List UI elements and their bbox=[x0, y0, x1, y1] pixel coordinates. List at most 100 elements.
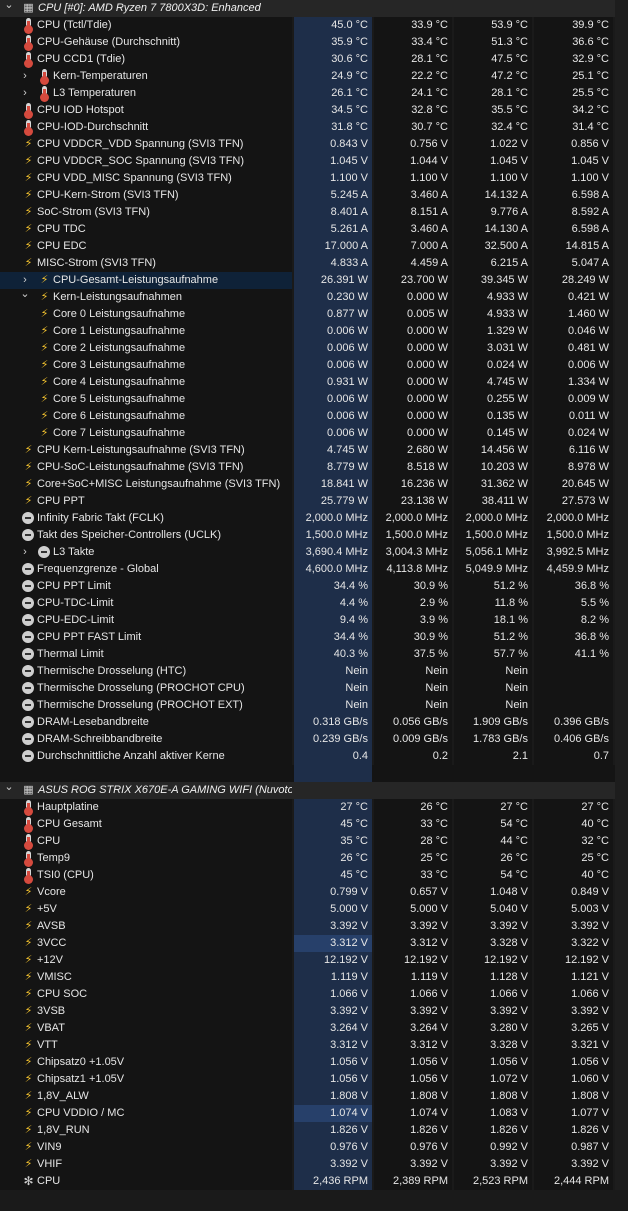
scrollbar-track[interactable] bbox=[615, 85, 628, 102]
scrollbar-track[interactable] bbox=[615, 255, 628, 272]
chevron-right-icon[interactable]: › bbox=[20, 68, 30, 85]
scrollbar-track[interactable] bbox=[615, 901, 628, 918]
scrollbar-track[interactable] bbox=[615, 1156, 628, 1173]
scrollbar-track[interactable] bbox=[615, 595, 628, 612]
sensor-row[interactable]: ⚡ VIN9 0.976 V 0.976 V 0.992 V 0.987 V bbox=[0, 1139, 628, 1156]
scrollbar-track[interactable] bbox=[615, 527, 628, 544]
sensor-row[interactable]: ⚡ Vcore 0.799 V 0.657 V 1.048 V 0.849 V bbox=[0, 884, 628, 901]
scrollbar-track[interactable] bbox=[615, 816, 628, 833]
sensor-row[interactable]: CPU-IOD-Durchschnitt 31.8 °C 30.7 °C 32.4 °… bbox=[0, 119, 628, 136]
sensor-row[interactable]: ✻ CPU 2,436 RPM 2,389 RPM 2,523 RPM 2,444 RPM bbox=[0, 1173, 628, 1190]
sensor-row[interactable]: Durchschnittliche Anzahl aktiver Kerne 0.… bbox=[0, 748, 628, 765]
sensor-row[interactable]: ⚡ 3VCC 3.312 V 3.312 V 3.328 V 3.322 V bbox=[0, 935, 628, 952]
sensor-row[interactable]: CPU Gesamt 45 °C 33 °C 54 °C 40 °C bbox=[0, 816, 628, 833]
scrollbar-track[interactable] bbox=[615, 935, 628, 952]
sensor-row[interactable]: ⚡ Core+SoC+MISC Leistungsaufnahme (SVI3 T… bbox=[0, 476, 628, 493]
scrollbar-track[interactable] bbox=[615, 663, 628, 680]
scrollbar-track[interactable] bbox=[615, 884, 628, 901]
scrollbar-track[interactable] bbox=[615, 102, 628, 119]
scrollbar-track[interactable] bbox=[615, 51, 628, 68]
sensor-row[interactable]: ⚡ Chipsatz1 +1.05V 1.056 V 1.056 V 1.072 V 1.… bbox=[0, 1071, 628, 1088]
scrollbar-track[interactable] bbox=[615, 731, 628, 748]
sensor-row[interactable]: ⚡ CPU VDD_MISC Spannung (SVI3 TFN) 1.100 V… bbox=[0, 170, 628, 187]
scrollbar-track[interactable] bbox=[615, 1003, 628, 1020]
sensor-row[interactable]: ⚡ CPU VDDIO / MC 1.074 V 1.074 V 1.083 V 1.07… bbox=[0, 1105, 628, 1122]
chevron-right-icon[interactable]: › bbox=[20, 85, 30, 102]
sensor-row[interactable]: ⚡ Core 5 Leistungsaufnahme 0.006 W 0.000 W0… bbox=[0, 391, 628, 408]
scrollbar-track[interactable] bbox=[615, 1054, 628, 1071]
sensor-row[interactable]: ⚡ 1,8V_ALW 1.808 V 1.808 V 1.808 V 1.808 V bbox=[0, 1088, 628, 1105]
sensor-row[interactable]: ⚡ Core 3 Leistungsaufnahme 0.006 W 0.000 W0… bbox=[0, 357, 628, 374]
scrollbar-track[interactable] bbox=[615, 782, 628, 799]
scrollbar-track[interactable] bbox=[615, 357, 628, 374]
sensor-row[interactable]: Infinity Fabric Takt (FCLK) 2,000.0 MHz 2,… bbox=[0, 510, 628, 527]
scrollbar-track[interactable] bbox=[615, 629, 628, 646]
sensor-row[interactable]: ⚡ SoC-Strom (SVI3 TFN) 8.401 A 8.151 A 9.776… bbox=[0, 204, 628, 221]
sensor-row[interactable]: CPU 35 °C 28 °C 44 °C 32 °C bbox=[0, 833, 628, 850]
scrollbar-track[interactable] bbox=[615, 170, 628, 187]
sensor-row[interactable]: CPU-EDC-Limit 9.4 % 3.9 % 18.1 % 8.2 % bbox=[0, 612, 628, 629]
sensor-row[interactable]: ⚡ VHIF 3.392 V 3.392 V 3.392 V 3.392 V bbox=[0, 1156, 628, 1173]
scrollbar-track[interactable] bbox=[615, 442, 628, 459]
sensor-row[interactable]: ⚡ CPU TDC 5.261 A 3.460 A 14.130 A 6.598 A bbox=[0, 221, 628, 238]
scrollbar-track[interactable] bbox=[615, 918, 628, 935]
sensor-row[interactable]: ⚡ VBAT 3.264 V 3.264 V 3.280 V 3.265 V bbox=[0, 1020, 628, 1037]
scrollbar-track[interactable] bbox=[615, 1139, 628, 1156]
sensor-row[interactable]: ⚡ CPU-Kern-Strom (SVI3 TFN) 5.245 A 3.460 A… bbox=[0, 187, 628, 204]
sensor-row[interactable]: ⚡ CPU-SoC-Leistungsaufnahme (SVI3 TFN) 8.7… bbox=[0, 459, 628, 476]
scrollbar-track[interactable] bbox=[615, 867, 628, 884]
scrollbar-track[interactable] bbox=[615, 204, 628, 221]
scrollbar-track[interactable] bbox=[615, 799, 628, 816]
scrollbar-track[interactable] bbox=[615, 561, 628, 578]
scrollbar-track[interactable] bbox=[615, 459, 628, 476]
scrollbar-track[interactable] bbox=[615, 833, 628, 850]
scrollbar-track[interactable] bbox=[615, 0, 628, 17]
scrollbar-track[interactable] bbox=[615, 1173, 628, 1190]
sensor-row[interactable]: ⚡ Core 7 Leistungsaufnahme 0.006 W 0.000 W0… bbox=[0, 425, 628, 442]
scrollbar-track[interactable] bbox=[615, 289, 628, 306]
scrollbar-track[interactable] bbox=[615, 680, 628, 697]
sensor-row[interactable]: ⌄ ⚡ Kern-Leistungsaufnahmen 0.230 W 0.000 W4… bbox=[0, 289, 628, 306]
scrollbar-track[interactable] bbox=[615, 646, 628, 663]
scrollbar-track[interactable] bbox=[615, 986, 628, 1003]
scrollbar-track[interactable] bbox=[615, 1071, 628, 1088]
scrollbar-track[interactable] bbox=[615, 544, 628, 561]
sensor-row[interactable]: ⚡ VMISC 1.119 V 1.119 V 1.128 V 1.121 V bbox=[0, 969, 628, 986]
chevron-down-icon[interactable]: ⌄ bbox=[4, 0, 14, 14]
scrollbar-track[interactable] bbox=[615, 850, 628, 867]
sensor-row[interactable]: › L3 Takte 3,690.4 MHz 3,004.3 MHz 5,056.1 M… bbox=[0, 544, 628, 561]
sensor-row[interactable]: ⚡ CPU Kern-Leistungsaufnahme (SVI3 TFN) 4.… bbox=[0, 442, 628, 459]
scrollbar-track[interactable] bbox=[615, 306, 628, 323]
sensor-row[interactable]: CPU PPT FAST Limit 34.4 % 30.9 % 51.2 % 36.8… bbox=[0, 629, 628, 646]
chevron-down-icon[interactable]: ⌄ bbox=[4, 782, 14, 796]
sensor-row[interactable]: ⚡ Core 4 Leistungsaufnahme 0.931 W 0.000 W4… bbox=[0, 374, 628, 391]
chevron-right-icon[interactable]: › bbox=[20, 544, 30, 561]
sensor-row[interactable]: ⚡ Core 2 Leistungsaufnahme 0.006 W 0.000 W3… bbox=[0, 340, 628, 357]
sensor-row[interactable]: DRAM-Lesebandbreite 0.318 GB/s 0.056 GB/s 1… bbox=[0, 714, 628, 731]
sensor-row[interactable]: Thermische Drosselung (PROCHOT CPU) Nein N… bbox=[0, 680, 628, 697]
scrollbar-track[interactable] bbox=[615, 187, 628, 204]
sensor-row[interactable]: ⚡ MISC-Strom (SVI3 TFN) 4.833 A 4.459 A 6.21… bbox=[0, 255, 628, 272]
sensor-row[interactable]: ⚡ CPU VDDCR_SOC Spannung (SVI3 TFN) 1.045 … bbox=[0, 153, 628, 170]
scrollbar-track[interactable] bbox=[615, 969, 628, 986]
sensor-group-header[interactable]: ⌄ ▦ ASUS ROG STRIX X670E-A GAMING WIFI (Nu… bbox=[0, 782, 628, 799]
sensor-row[interactable]: Temp9 26 °C 25 °C 26 °C 25 °C bbox=[0, 850, 628, 867]
scrollbar-track[interactable] bbox=[615, 952, 628, 969]
chevron-right-icon[interactable]: › bbox=[20, 272, 30, 289]
sensor-row[interactable]: ⚡ VTT 3.312 V 3.312 V 3.328 V 3.321 V bbox=[0, 1037, 628, 1054]
sensor-row[interactable]: CPU-Gehäuse (Durchschnitt) 35.9 °C 33.4 °C… bbox=[0, 34, 628, 51]
scrollbar-track[interactable] bbox=[615, 1088, 628, 1105]
scrollbar-track[interactable] bbox=[615, 136, 628, 153]
chevron-down-icon[interactable]: ⌄ bbox=[20, 289, 30, 303]
scrollbar-track[interactable] bbox=[615, 714, 628, 731]
scrollbar-track[interactable] bbox=[615, 408, 628, 425]
sensor-row[interactable]: TSI0 (CPU) 45 °C 33 °C 54 °C 40 °C bbox=[0, 867, 628, 884]
sensor-row[interactable]: › Kern-Temperaturen 24.9 °C 22.2 °C 47.2 °C 2… bbox=[0, 68, 628, 85]
sensor-row[interactable]: ⚡ CPU VDDCR_VDD Spannung (SVI3 TFN) 0.843 … bbox=[0, 136, 628, 153]
sensor-row[interactable]: ⚡ Core 6 Leistungsaufnahme 0.006 W 0.000 W0… bbox=[0, 408, 628, 425]
sensor-row[interactable]: CPU CCD1 (Tdie) 30.6 °C 28.1 °C 47.5 °C 32.9… bbox=[0, 51, 628, 68]
sensor-row[interactable]: ⚡ 1,8V_RUN 1.826 V 1.826 V 1.826 V 1.826 V bbox=[0, 1122, 628, 1139]
sensor-row[interactable]: ⚡ 3VSB 3.392 V 3.392 V 3.392 V 3.392 V bbox=[0, 1003, 628, 1020]
sensor-row[interactable]: › ⚡ CPU-Gesamt-Leistungsaufnahme 26.391 W 23… bbox=[0, 272, 628, 289]
scrollbar-track[interactable] bbox=[615, 510, 628, 527]
